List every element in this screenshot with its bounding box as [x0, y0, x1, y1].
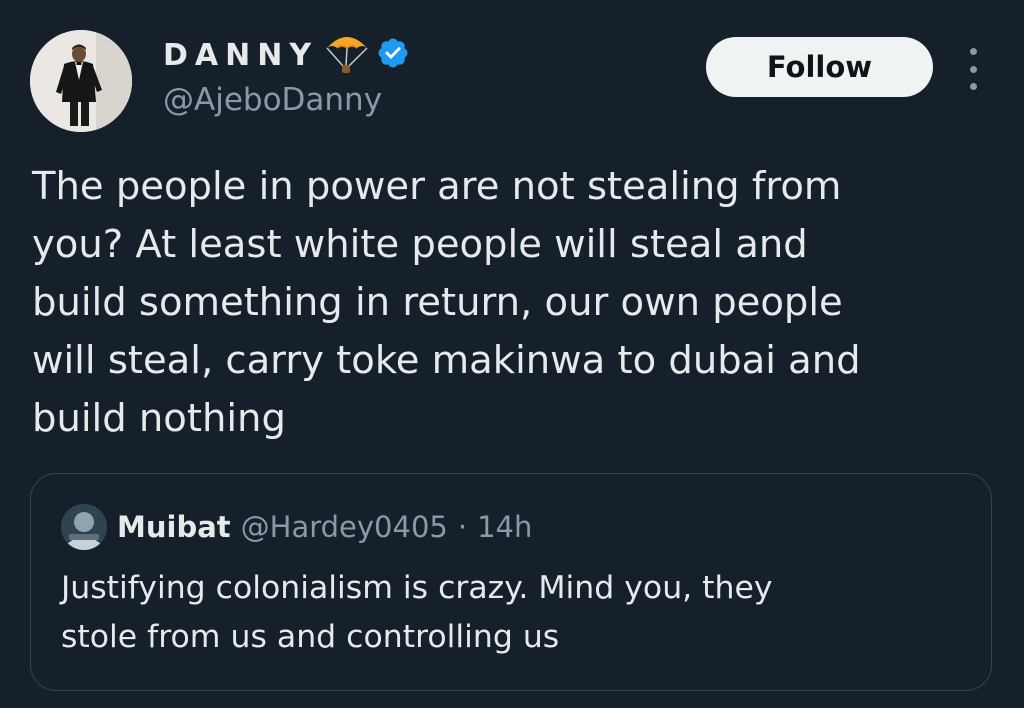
quoted-author-avatar[interactable] — [61, 504, 107, 550]
tweet-card: DANNY @AjeboDanny Follow The people in p… — [0, 0, 1024, 708]
quoted-timestamp[interactable]: 14h — [477, 510, 532, 544]
more-dot — [969, 48, 977, 55]
more-dot — [969, 83, 977, 90]
quoted-author-handle[interactable]: @Hardey0405 — [241, 510, 448, 544]
verified-badge-icon — [376, 36, 410, 75]
follow-button[interactable]: Follow — [706, 37, 933, 97]
quoted-avatar-image — [61, 504, 107, 550]
author-avatar[interactable] — [30, 30, 132, 132]
author-handle[interactable]: @AjeboDanny — [163, 82, 382, 118]
quoted-author-name[interactable]: Muibat — [117, 510, 231, 544]
quoted-tweet-text: Justifying colonialism is crazy. Mind yo… — [61, 570, 773, 655]
separator-dot: · — [457, 510, 468, 544]
parachute-icon — [324, 32, 370, 79]
avatar-image — [30, 30, 132, 132]
tweet-text: The people in power are not stealing fro… — [32, 164, 861, 441]
more-options-icon[interactable] — [958, 48, 988, 90]
author-display-name[interactable]: DANNY — [163, 38, 318, 73]
quoted-tweet[interactable]: Muibat @Hardey0405 · 14h Justifying colo… — [30, 473, 992, 691]
quoted-tweet-header: Muibat @Hardey0405 · 14h — [61, 504, 532, 550]
author-name-row: DANNY — [163, 34, 410, 76]
more-dot — [969, 65, 977, 73]
